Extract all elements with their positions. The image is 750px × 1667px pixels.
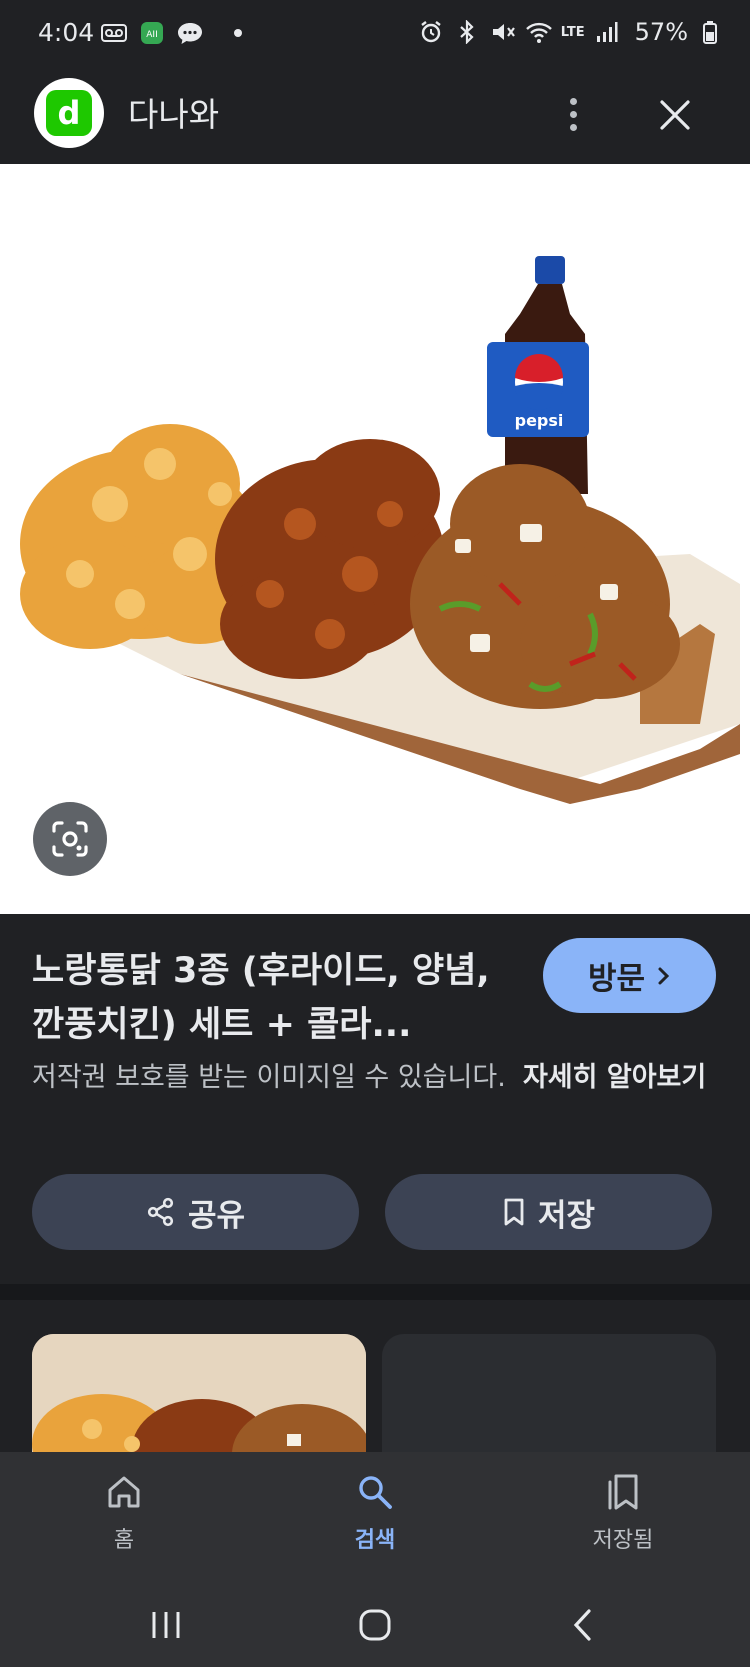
site-logo-mark: d bbox=[46, 90, 92, 136]
status-bar: 4:04 AII LTE 57% bbox=[0, 0, 750, 68]
collections-icon bbox=[608, 1474, 638, 1510]
bluetooth-icon bbox=[453, 19, 481, 45]
lens-search-button[interactable] bbox=[33, 802, 107, 876]
visit-button[interactable]: 방문 bbox=[543, 938, 716, 1013]
nav-home-label: 홈 bbox=[113, 1528, 135, 1553]
mute-icon bbox=[489, 19, 517, 45]
related-images bbox=[0, 1300, 750, 1452]
alarm-icon bbox=[417, 19, 445, 45]
wifi-icon bbox=[525, 19, 553, 45]
home-icon bbox=[108, 1476, 140, 1508]
nav-home[interactable]: 홈 bbox=[44, 1472, 204, 1554]
visit-label: 방문 bbox=[587, 961, 646, 997]
nav-search[interactable]: 검색 bbox=[295, 1472, 455, 1554]
nav-saved[interactable]: 저장됨 bbox=[543, 1472, 703, 1554]
back-icon bbox=[573, 1609, 591, 1641]
svg-text:AII: AII bbox=[146, 30, 157, 40]
more-vert-icon bbox=[569, 97, 577, 105]
chevron-right-icon bbox=[658, 967, 670, 984]
recent-apps-icon bbox=[152, 1612, 180, 1638]
system-status-icons: LTE 57% bbox=[417, 18, 724, 46]
app-notification-icon: AII bbox=[138, 20, 166, 46]
bottle-brand: pepsi bbox=[515, 411, 564, 430]
home-button[interactable] bbox=[345, 1600, 405, 1650]
back-button[interactable] bbox=[554, 1600, 614, 1650]
nav-saved-label: 저장됨 bbox=[592, 1528, 654, 1553]
learn-more-link[interactable]: 자세히 알아보기 bbox=[523, 1062, 706, 1093]
preview-image[interactable]: pepsi bbox=[0, 164, 750, 914]
app-header: d 다나와 bbox=[0, 68, 750, 164]
close-button[interactable] bbox=[650, 90, 700, 140]
battery-percent: 57% bbox=[634, 18, 688, 46]
copyright-text: 저작권 보호를 받는 이미지일 수 있습니다. bbox=[32, 1062, 506, 1093]
related-image-card[interactable] bbox=[382, 1334, 716, 1452]
system-navigation-bar bbox=[0, 1582, 750, 1667]
search-icon bbox=[359, 1476, 392, 1509]
voicemail-icon bbox=[100, 20, 128, 46]
lens-icon bbox=[52, 821, 88, 857]
bottle-cap bbox=[535, 256, 565, 284]
site-logo[interactable]: d bbox=[34, 78, 104, 148]
home-circle-icon bbox=[359, 1609, 391, 1641]
section-divider bbox=[0, 1284, 750, 1300]
close-icon bbox=[660, 100, 690, 130]
battery-icon bbox=[696, 19, 724, 45]
save-button[interactable]: 저장 bbox=[385, 1174, 712, 1250]
page-title: 노랑통닭 3종 (후라이드, 양념, 깐풍치킨) 세트 + 콜라... bbox=[32, 951, 490, 1045]
more-notifications-dot bbox=[234, 29, 242, 37]
product-photo: pepsi bbox=[20, 256, 740, 804]
more-options-button[interactable] bbox=[560, 86, 586, 142]
message-icon bbox=[176, 20, 204, 46]
save-label: 저장 bbox=[537, 1197, 596, 1234]
nav-search-label: 검색 bbox=[354, 1528, 396, 1553]
status-time: 4:04 bbox=[38, 18, 95, 47]
recent-apps-button[interactable] bbox=[136, 1600, 196, 1650]
share-label: 공유 bbox=[187, 1197, 246, 1234]
bottom-navigation: 홈 검색 저장됨 bbox=[0, 1452, 750, 1582]
network-type: LTE bbox=[560, 24, 585, 40]
signal-icon bbox=[593, 19, 621, 45]
share-icon bbox=[147, 1197, 174, 1227]
site-name[interactable]: 다나와 bbox=[128, 88, 219, 136]
share-button[interactable]: 공유 bbox=[32, 1174, 359, 1250]
notification-icons: AII bbox=[100, 20, 242, 46]
image-info-panel: 노랑통닭 3종 (후라이드, 양념, 깐풍치킨) 세트 + 콜라... 방문 저… bbox=[0, 914, 750, 1284]
related-thumbnail bbox=[32, 1334, 366, 1452]
copyright-notice: 저작권 보호를 받는 이미지일 수 있습니다. 자세히 알아보기 bbox=[32, 1054, 722, 1101]
related-image-card[interactable] bbox=[32, 1334, 366, 1452]
bookmark-icon bbox=[504, 1198, 524, 1226]
